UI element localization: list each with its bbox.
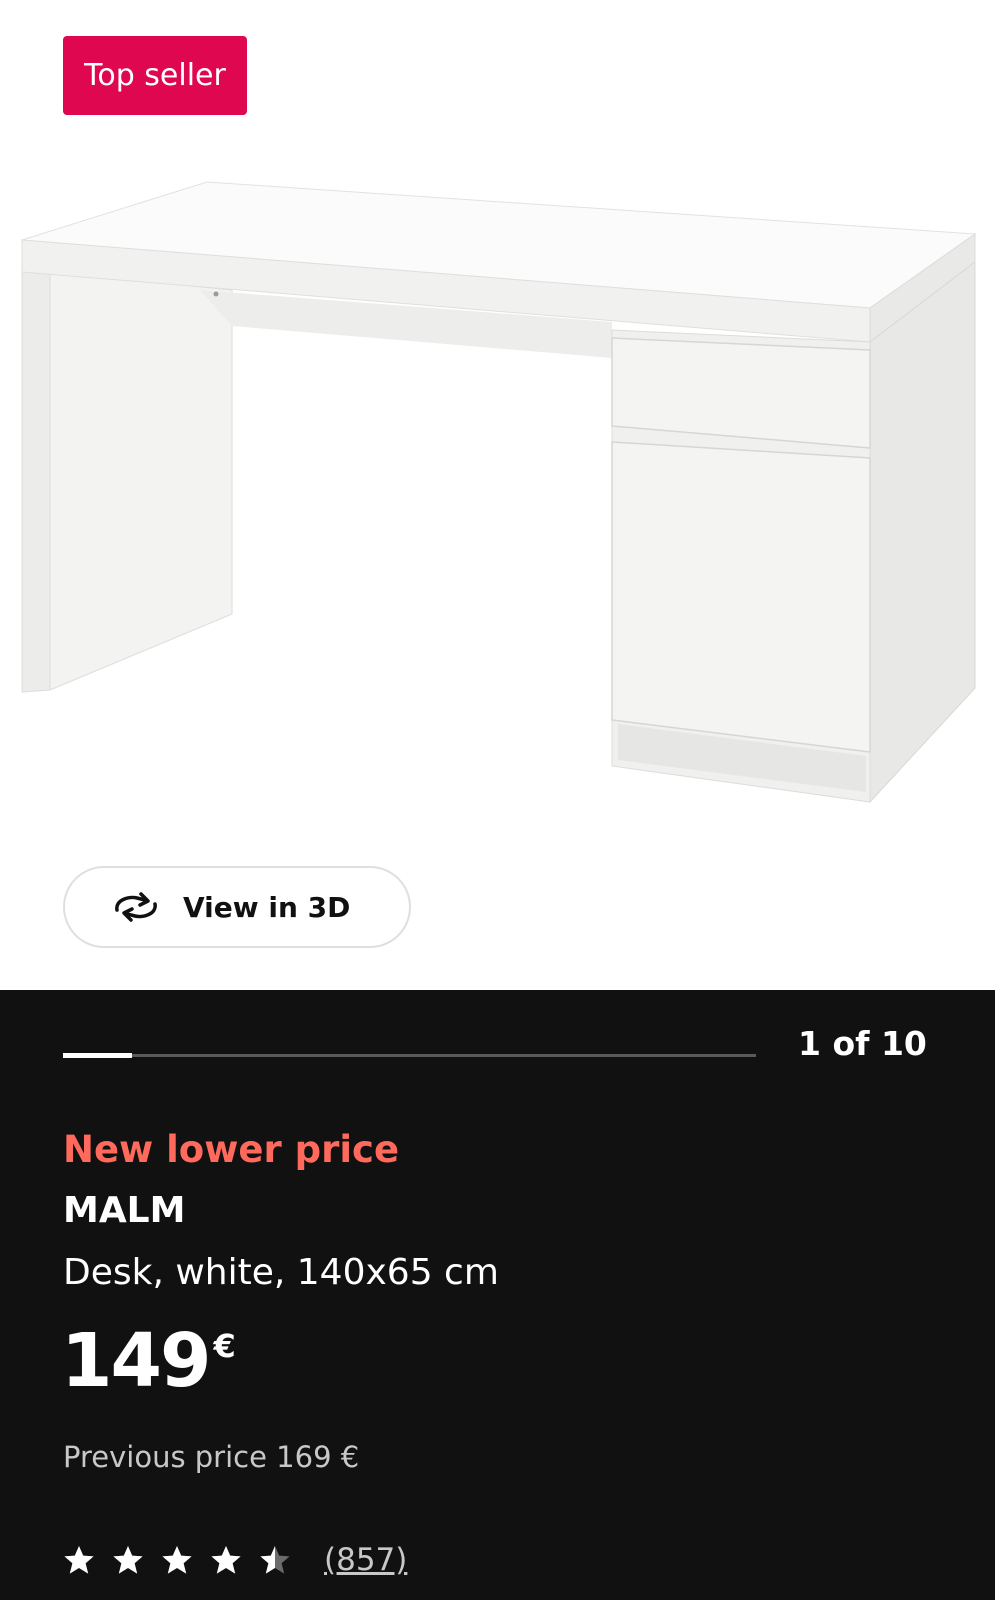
star-icon [210,1544,242,1576]
product-description: Desk, white, 140x65 cm [63,1252,499,1293]
gallery-progress-bar [63,1053,756,1058]
review-count-link[interactable]: (857) [324,1542,407,1578]
rating[interactable]: (857) [63,1542,407,1578]
price-amount: 149 [61,1318,211,1404]
rotate-3d-icon [111,890,161,924]
product-info-panel: 1 of 10 New lower price MALM Desk, white… [0,990,995,1600]
star-icon [112,1544,144,1576]
product-image-gallery[interactable]: Top seller View in 3D [0,0,995,990]
product-price: 149 € [61,1324,236,1398]
view-in-3d-button[interactable]: View in 3D [63,866,411,948]
gallery-pager: 1 of 10 [798,1024,927,1063]
product-name: MALM [63,1190,186,1231]
price-currency: € [213,1327,236,1365]
promo-label: New lower price [63,1128,400,1171]
star-icon [63,1544,95,1576]
star-icon [161,1544,193,1576]
product-image [21,181,977,804]
previous-price: Previous price 169 € [63,1440,360,1474]
star-icon [259,1544,291,1576]
view-in-3d-label: View in 3D [183,890,351,924]
gallery-progress-fill [63,1053,133,1058]
